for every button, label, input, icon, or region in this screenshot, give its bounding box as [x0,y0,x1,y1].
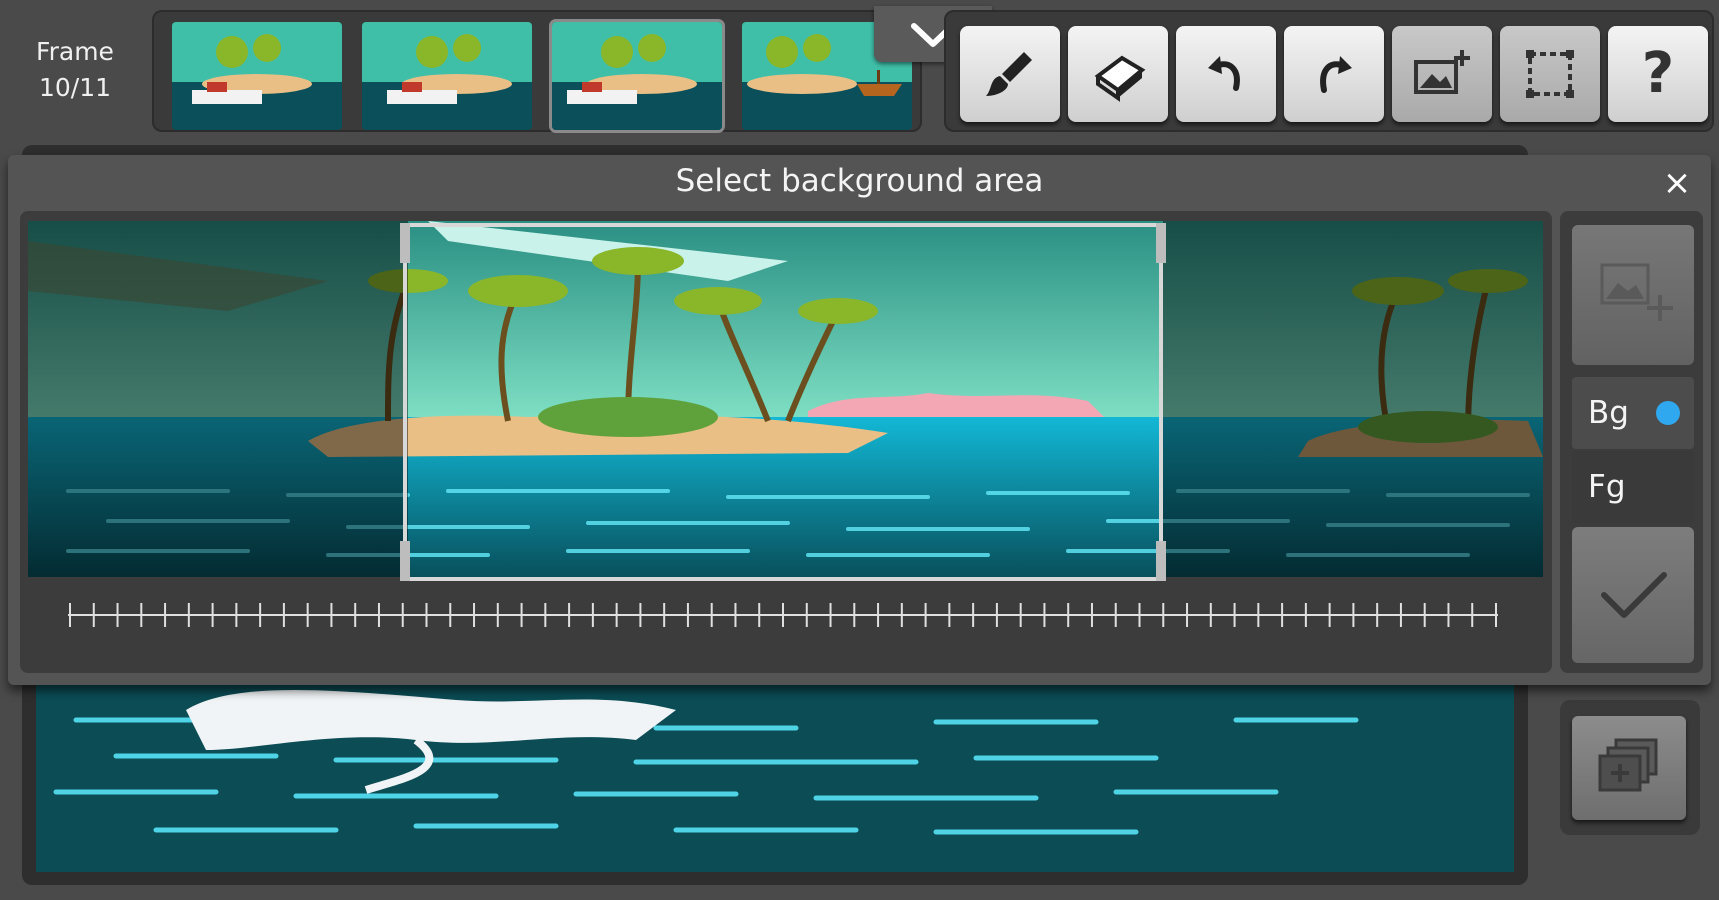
fg-label: Fg [1588,469,1626,505]
eraser-button[interactable] [1068,26,1168,122]
add-image-icon [1414,50,1470,94]
redo-button[interactable] [1284,26,1384,122]
eraser-icon [1094,55,1146,102]
position-slider[interactable] [68,595,1498,635]
selection-rectangle[interactable] [400,223,1166,581]
add-image-button[interactable] [1572,225,1694,365]
frame-thumbnail[interactable] [362,22,532,130]
brush-button[interactable] [960,26,1060,122]
frame-thumbnail-selected[interactable] [552,22,722,130]
add-image-icon [1600,263,1673,321]
frame-thumbnail-strip [152,10,922,132]
undo-button[interactable] [1176,26,1276,122]
brush-icon [986,52,1032,96]
selection-button[interactable] [1500,26,1600,122]
resize-handle[interactable] [400,223,410,263]
select-background-dialog: Select background area × [8,155,1711,685]
help-icon: ? [1641,41,1675,106]
frame-label: Frame [36,37,114,66]
frame-count: 10/11 [38,73,112,102]
layer-fg-option[interactable]: Fg [1572,451,1694,523]
resize-handle[interactable] [1156,223,1166,263]
bg-label: Bg [1588,395,1629,431]
frame-thumbnail[interactable] [172,22,342,130]
redo-icon [1320,56,1352,93]
tool-bar: ? [944,10,1714,132]
add-image-button[interactable] [1392,26,1492,122]
layer-bg-option[interactable]: Bg [1572,377,1694,449]
resize-handle[interactable] [1156,541,1166,581]
canvas-preview[interactable] [36,680,1514,872]
selection-icon [1526,50,1574,98]
active-indicator [1656,401,1680,425]
frame-counter: Frame 10/11 [10,34,140,106]
undo-icon [1208,56,1240,91]
confirm-button[interactable] [1572,527,1694,663]
add-layer-button[interactable] [1572,716,1686,820]
close-icon[interactable]: × [1657,163,1697,203]
checkmark-icon [1601,572,1667,618]
dialog-title: Select background area [675,163,1044,199]
help-button[interactable]: ? [1608,26,1708,122]
layers-plus-icon [1598,738,1658,792]
resize-handle[interactable] [400,541,410,581]
